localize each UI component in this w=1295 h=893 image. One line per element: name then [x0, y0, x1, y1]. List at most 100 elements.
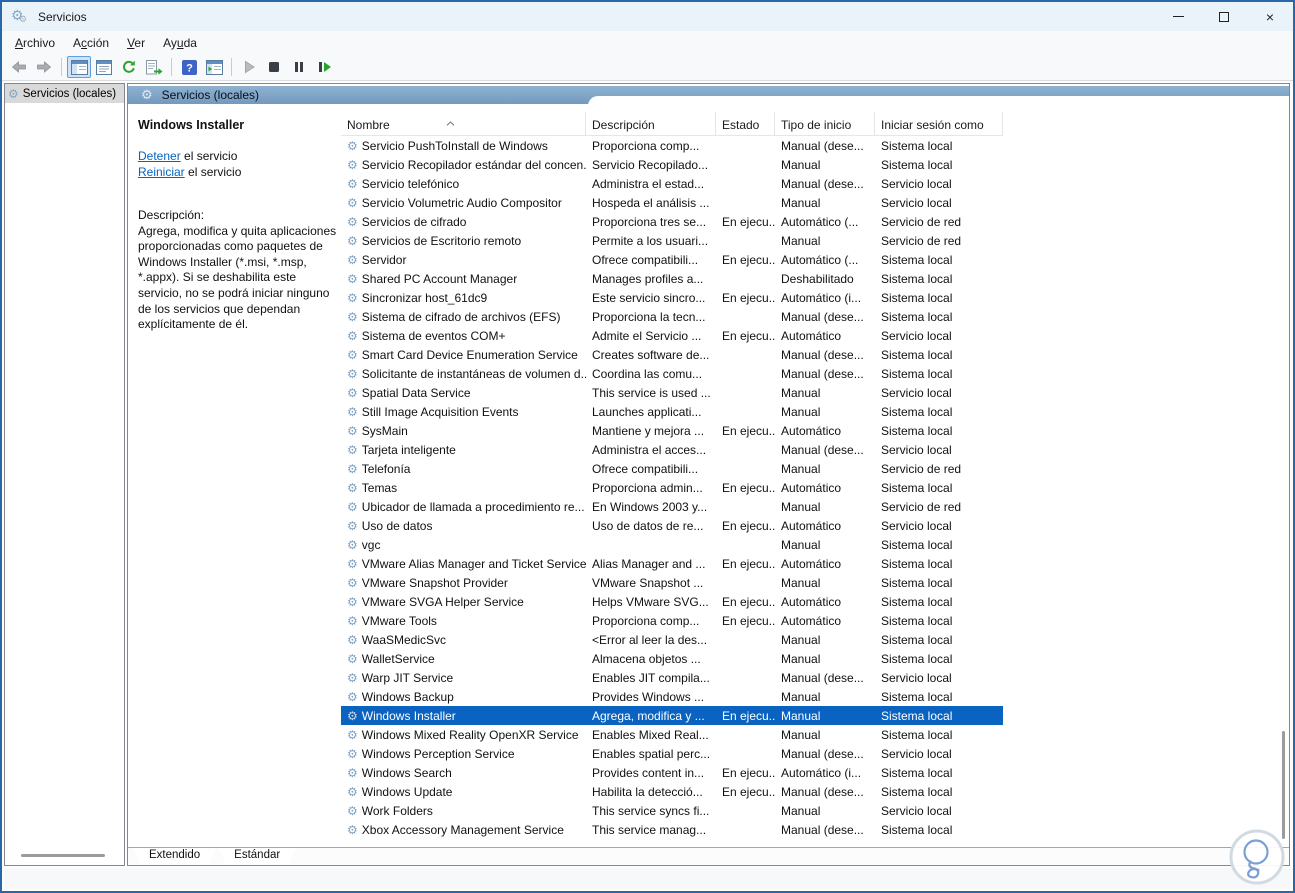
tree-horizontal-scrollbar[interactable]	[21, 854, 105, 857]
table-row[interactable]: ⚙ Temas Proporciona admin... En ejecu... Aut…	[341, 478, 1003, 497]
cell-log-on_as: Sistema local	[881, 366, 953, 381]
help-button[interactable]: ?	[177, 56, 201, 78]
column-header-tipo-de-inicio[interactable]: Tipo de inicio	[775, 112, 875, 135]
stop-service-line: Detener el servicio	[138, 149, 335, 165]
table-row[interactable]: ⚙ Sincronizar host_61dc9 Este servicio sin…	[341, 288, 1003, 307]
cell-status	[716, 497, 775, 516]
cell-name: ⚙ Xbox Accessory Management Service	[347, 822, 564, 837]
table-row[interactable]: ⚙ Ubicador de llamada a procedimiento re.…	[341, 497, 1003, 516]
table-row[interactable]: ⚙ WaaSMedicSvc <Error al leer la des... Man…	[341, 630, 1003, 649]
stop-service-button[interactable]	[262, 56, 286, 78]
table-row[interactable]: ⚙ VMware Alias Manager and Ticket Service…	[341, 554, 1003, 573]
table-row[interactable]: ⚙ SysMain Mantiene y mejora ... En ejecu...…	[341, 421, 1003, 440]
table-row[interactable]: ⚙ Sistema de eventos COM+ Admite el Servic…	[341, 326, 1003, 345]
service-gear-icon: ⚙	[347, 423, 358, 438]
menu-item-ayuda[interactable]: Ayuda	[154, 33, 206, 53]
tree-item-servicios-locales[interactable]: ⚙ Servicios (locales)	[5, 84, 124, 103]
table-row[interactable]: ⚙ Sistema de cifrado de archivos (EFS) Pro…	[341, 307, 1003, 326]
tab-extendido[interactable]: Extendido	[133, 848, 216, 865]
table-row[interactable]: ⚙ vgc Manual Sistema local	[341, 535, 1003, 554]
table-row[interactable]: ⚙ Shared PC Account Manager Manages profil…	[341, 269, 1003, 288]
cell-startup-type: Automático	[781, 556, 842, 571]
table-row[interactable]: ⚙ Tarjeta inteligente Administra el acces.…	[341, 440, 1003, 459]
selected-service-title: Windows Installer	[138, 118, 245, 132]
refresh-button[interactable]	[117, 56, 141, 78]
properties-button[interactable]	[92, 56, 116, 78]
table-row[interactable]: ⚙ Windows Mixed Reality OpenXR Service Ena…	[341, 725, 1003, 744]
restart-service-button[interactable]	[312, 56, 336, 78]
tab-estandar[interactable]: Estándar	[218, 848, 296, 865]
table-row[interactable]: ⚙ Work Folders This service syncs fi... Man…	[341, 801, 1003, 820]
stop-service-link[interactable]: Detener	[138, 149, 181, 163]
service-gear-icon: ⚙	[347, 195, 358, 210]
table-row[interactable]: ⚙ Windows Perception Service Enables spati…	[341, 744, 1003, 763]
table-row[interactable]: ⚙ Still Image Acquisition Events Launches …	[341, 402, 1003, 421]
cell-name: ⚙ Servicio PushToInstall de Windows	[347, 138, 548, 153]
cell-status: En ejecu...	[722, 328, 775, 343]
table-row[interactable]: ⚙ Telefonía Ofrece compatibili... Manual Ser…	[341, 459, 1003, 478]
table-row[interactable]: ⚙ Servicio Volumetric Audio Compositor Hos…	[341, 193, 1003, 212]
cell-log-on_as: Sistema local	[881, 423, 953, 438]
table-row[interactable]: ⚙ WalletService Almacena objetos ... Manual…	[341, 649, 1003, 668]
cell-name: ⚙ SysMain	[347, 423, 408, 438]
cell-name: ⚙ Still Image Acquisition Events	[347, 404, 519, 419]
table-row[interactable]: ⚙ Servicios de cifrado Proporciona tres se…	[341, 212, 1003, 231]
export-list-button[interactable]	[142, 56, 166, 78]
window-title: Servicios	[38, 9, 87, 24]
show-console-tree-button[interactable]	[67, 56, 91, 78]
cell-description: Hospeda el análisis ...	[592, 195, 710, 210]
table-row[interactable]: ⚙ Servicios de Escritorio remoto Permite a…	[341, 231, 1003, 250]
table-row[interactable]: ⚙ Servicio PushToInstall de Windows Propor…	[341, 136, 1003, 155]
cell-description: This service syncs fi...	[592, 803, 710, 818]
table-row[interactable]: ⚙ Windows Backup Provides Windows ... Manua…	[341, 687, 1003, 706]
table-row[interactable]: ⚙ Xbox Accessory Management Service This s…	[341, 820, 1003, 839]
vertical-scrollbar[interactable]	[1282, 731, 1285, 839]
table-row[interactable]: ⚙ Smart Card Device Enumeration Service Cr…	[341, 345, 1003, 364]
show-action-pane-button[interactable]	[202, 56, 226, 78]
table-row[interactable]: ⚙ Spatial Data Service This service is use…	[341, 383, 1003, 402]
table-row[interactable]: ⚙ Servicio telefónico Administra el estad.…	[341, 174, 1003, 193]
cell-status	[716, 801, 775, 820]
table-row[interactable]: ⚙ Windows Update Habilita la detecció... En…	[341, 782, 1003, 801]
column-header-estado[interactable]: Estado	[716, 112, 775, 135]
table-row[interactable]: ⚙ Warp JIT Service Enables JIT compila... M…	[341, 668, 1003, 687]
service-gear-icon: ⚙	[347, 461, 358, 476]
cell-name: ⚙ Telefonía	[347, 461, 411, 476]
cell-log-on_as: Sistema local	[881, 822, 953, 837]
table-row[interactable]: ⚙ VMware Tools Proporciona comp... En ejecu…	[341, 611, 1003, 630]
column-header-nombre[interactable]: Nombre	[341, 112, 586, 135]
cell-startup-type: Manual (dese...	[781, 784, 864, 799]
table-row[interactable]: ⚙ Solicitante de instantáneas de volumen …	[341, 364, 1003, 383]
table-row[interactable]: ⚙ Servidor Ofrece compatibili... En ejecu..…	[341, 250, 1003, 269]
table-row[interactable]: ⚙ Servicio Recopilador estándar del conce…	[341, 155, 1003, 174]
table-row[interactable]: ⚙ VMware Snapshot Provider VMware Snapshot…	[341, 573, 1003, 592]
pause-service-button[interactable]	[287, 56, 311, 78]
start-service-button[interactable]	[237, 56, 261, 78]
cell-name: ⚙ Tarjeta inteligente	[347, 442, 456, 457]
cell-status	[716, 383, 775, 402]
maximize-button[interactable]	[1201, 2, 1247, 31]
light-bulb-watermark-icon	[1227, 827, 1287, 887]
back-button[interactable]	[7, 56, 31, 78]
table-row[interactable]: ⚙ Windows Search Provides content in... En …	[341, 763, 1003, 782]
cell-status	[716, 535, 775, 554]
table-row[interactable]: ⚙ Windows Installer Agrega, modifica y ...…	[341, 706, 1003, 725]
column-header-iniciar-sesion-como[interactable]: Iniciar sesión como	[875, 112, 1003, 135]
menu-item-archivo[interactable]: Archivo	[6, 33, 64, 53]
table-row[interactable]: ⚙ VMware SVGA Helper Service Helps VMware …	[341, 592, 1003, 611]
restart-service-link[interactable]: Reiniciar	[138, 165, 185, 179]
minimize-button[interactable]	[1155, 2, 1201, 31]
menu-item-accion[interactable]: Acción	[64, 33, 118, 53]
cell-name: ⚙ Sincronizar host_61dc9	[347, 290, 488, 305]
cell-description: This service is used ...	[592, 385, 711, 400]
table-row[interactable]: ⚙ Uso de datos Uso de datos de re... En eje…	[341, 516, 1003, 535]
forward-button[interactable]	[32, 56, 56, 78]
menu-item-ver[interactable]: Ver	[118, 33, 154, 53]
close-button[interactable]: ×	[1247, 2, 1293, 31]
cell-log-on_as: Sistema local	[881, 556, 953, 571]
service-gear-icon: ⚙	[347, 271, 358, 286]
column-header-descripcion[interactable]: Descripción	[586, 112, 716, 135]
service-detail-pane: Windows Installer Detener el servicio Re…	[128, 104, 341, 847]
cell-startup-type: Manual (dese...	[781, 347, 864, 362]
pause-icon	[295, 62, 303, 72]
